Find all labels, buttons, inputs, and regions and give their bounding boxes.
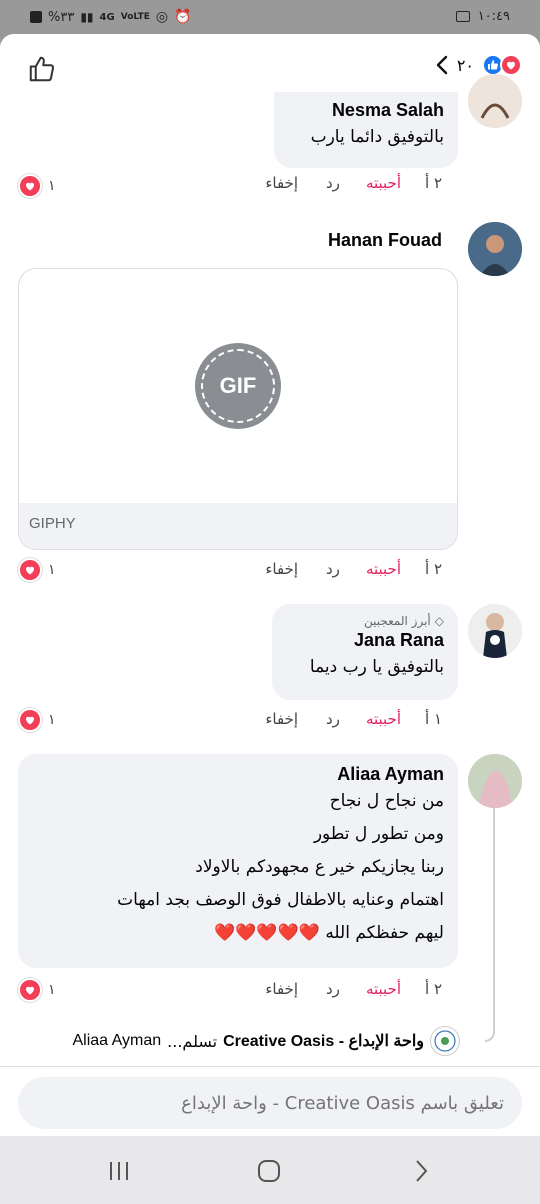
reaction-count: ١ [48, 178, 56, 194]
reply-link[interactable]: رد [326, 174, 340, 192]
comment-bubble[interactable]: ◇ أبرز المعجبين Jana Rana بالتوفيق يا رب… [272, 604, 458, 700]
reply-author: Aliaa Ayman [72, 1032, 162, 1049]
gif-icon: GIF [195, 343, 281, 429]
reaction-count: ٢٠ [456, 55, 474, 75]
comment-time: ٢ أ [425, 174, 442, 192]
comment-input[interactable] [18, 1077, 522, 1129]
top-fan-badge: ◇ أبرز المعجبين [286, 614, 444, 628]
hide-link[interactable]: إخفاء [265, 980, 298, 998]
comment-text-line: ربنا يجازيكم خير ع مجهودكم بالاولاد [195, 857, 444, 877]
comment-time: ٢ أ [425, 560, 442, 578]
comment-reactions[interactable]: ١ [18, 978, 56, 1002]
battery-level: %٣٣ [48, 9, 75, 25]
avatar[interactable] [468, 604, 522, 658]
hotspot-icon: ◎ [155, 9, 169, 25]
reply-thread-line [485, 808, 495, 1042]
love-reaction-icon [500, 54, 522, 76]
chevron-left-icon[interactable] [433, 54, 451, 76]
heart-icon [18, 708, 42, 732]
reactions-summary[interactable]: ٢٠ [433, 54, 522, 76]
heart-icon [18, 174, 42, 198]
heart-icon [18, 558, 42, 582]
comments-sheet: ٢٠ Nesma Salah بالتوفيق دائما يارب ٢ أ أ… [0, 34, 540, 1136]
gif-source: GIPHY [19, 503, 457, 549]
system-nav-bar [0, 1136, 540, 1204]
comment-text-line: ليهم حفظكم الله ❤️❤️❤️❤️❤️ [214, 923, 444, 943]
home-button[interactable] [254, 1156, 284, 1186]
diamond-icon: ◇ [434, 614, 444, 628]
comment-text: بالتوفيق يا رب ديما [309, 657, 444, 677]
comment-reactions[interactable]: ١ [18, 708, 56, 732]
gallery-icon [455, 11, 470, 22]
volte-indicator: VoLTE [120, 12, 150, 22]
comment-actions: ١ أ أحببته رد إخفاء [265, 710, 442, 728]
alarm-icon: ⏰ [174, 9, 192, 25]
reply-page-name: واحة الإبداع - Creative Oasis [223, 1033, 424, 1050]
hide-link[interactable]: إخفاء [265, 710, 298, 728]
gif-label: GIF [201, 349, 275, 423]
comment-text-line: من نجاح ل نجاح [329, 791, 444, 811]
comment-time: ١ أ [425, 710, 442, 728]
status-icons-right: ١٠:٤٩ [455, 9, 510, 24]
like-link[interactable]: أحببته [366, 174, 401, 192]
comment-actions: ٢ أ أحببته رد إخفاء [265, 174, 442, 192]
back-button[interactable] [406, 1156, 436, 1186]
comment-author[interactable]: Nesma Salah [288, 100, 444, 121]
like-link[interactable]: أحببته [366, 710, 401, 728]
like-link[interactable]: أحببته [366, 980, 401, 998]
heart-icon [18, 978, 42, 1002]
comment-actions: ٢ أ أحببته رد إخفاء [265, 980, 442, 998]
home-icon [258, 1160, 280, 1182]
comment-text-line: ومن تطور ل تطور [313, 824, 444, 844]
comment-text-line: اهتمام وعنايه بالاطفال فوق الوصف بجد امه… [117, 890, 444, 910]
reply-link[interactable]: رد [326, 710, 340, 728]
comment-text: بالتوفيق دائما يارب [310, 127, 444, 147]
status-time: ١٠:٤٩ [477, 9, 510, 24]
comment-bubble[interactable]: Nesma Salah بالتوفيق دائما يارب [274, 92, 458, 168]
recent-apps-icon [110, 1162, 128, 1180]
hide-link[interactable]: إخفاء [265, 560, 298, 578]
network-type: 4G [99, 11, 115, 23]
page-avatar [430, 1026, 460, 1056]
signal-icon: ▮▮ [80, 10, 94, 24]
comment-bubble[interactable]: Aliaa Ayman من نجاح ل نجاح ومن تطور ل تط… [18, 754, 458, 968]
recent-apps-button[interactable] [104, 1156, 134, 1186]
comment-actions: ٢ أ أحببته رد إخفاء [265, 560, 442, 578]
like-link[interactable]: أحببته [366, 560, 401, 578]
reply-link[interactable]: رد [326, 560, 340, 578]
reply-preview[interactable]: واحة الإبداع - Creative Oasis تسلم... Al… [16, 1026, 460, 1056]
status-bar: %٣٣ ▮▮ 4G VoLTE ◎ ⏰ ١٠:٤٩ [0, 0, 540, 34]
comment-author[interactable]: Hanan Fouad [328, 230, 442, 251]
chevron-right-icon [416, 1160, 428, 1182]
reply-snippet: تسلم... [167, 1031, 218, 1051]
comment-author[interactable]: Jana Rana [286, 630, 444, 651]
status-icons-left: %٣٣ ▮▮ 4G VoLTE ◎ ⏰ [30, 9, 192, 25]
reaction-count: ١ [48, 562, 56, 578]
comments-header: ٢٠ [0, 34, 540, 102]
top-fan-label: أبرز المعجبين [364, 614, 431, 628]
reaction-count: ١ [48, 982, 56, 998]
avatar[interactable] [468, 222, 522, 276]
thumbs-up-outline-icon[interactable] [27, 54, 57, 84]
hide-link[interactable]: إخفاء [265, 174, 298, 192]
avatar[interactable] [468, 754, 522, 808]
comment-author[interactable]: Aliaa Ayman [32, 764, 444, 785]
comment-reactions[interactable]: ١ [18, 174, 56, 198]
comment-composer [0, 1066, 540, 1136]
reply-link[interactable]: رد [326, 980, 340, 998]
comment-time: ٢ أ [425, 980, 442, 998]
reaction-count: ١ [48, 712, 56, 728]
gif-attachment[interactable]: GIF GIPHY [18, 268, 458, 550]
avatar[interactable] [468, 74, 522, 128]
battery-icon [30, 11, 42, 23]
comment-reactions[interactable]: ١ [18, 558, 56, 582]
